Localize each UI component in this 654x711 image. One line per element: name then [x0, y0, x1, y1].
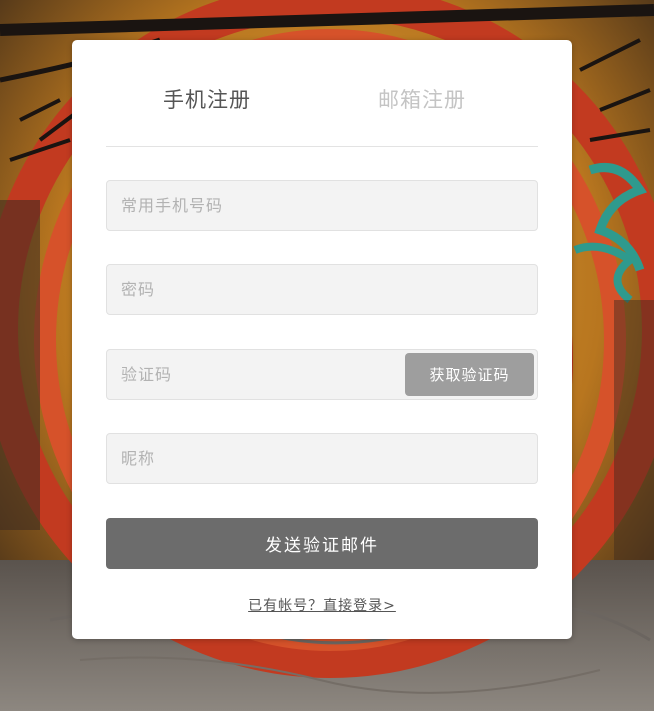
tab-email-register[interactable]: 邮箱注册: [378, 86, 466, 114]
code-field-wrapper: 获取验证码: [106, 349, 538, 400]
login-link[interactable]: 已有帐号？直接登录>: [72, 595, 572, 615]
password-field-wrapper: [106, 264, 538, 315]
send-verification-email-button[interactable]: 发送验证邮件: [106, 518, 538, 569]
verification-code-input[interactable]: [107, 350, 397, 399]
phone-input[interactable]: [107, 181, 537, 230]
register-tabs: 手机注册 邮箱注册: [106, 40, 538, 147]
get-code-button[interactable]: 获取验证码: [405, 353, 534, 396]
password-input[interactable]: [107, 265, 537, 314]
nickname-field-wrapper: [106, 433, 538, 484]
register-card: 手机注册 邮箱注册 获取验证码 发送验证邮件 已有帐号？直接登录>: [72, 40, 572, 639]
tab-phone-register[interactable]: 手机注册: [163, 86, 251, 114]
phone-field-wrapper: [106, 180, 538, 231]
nickname-input[interactable]: [107, 434, 537, 483]
